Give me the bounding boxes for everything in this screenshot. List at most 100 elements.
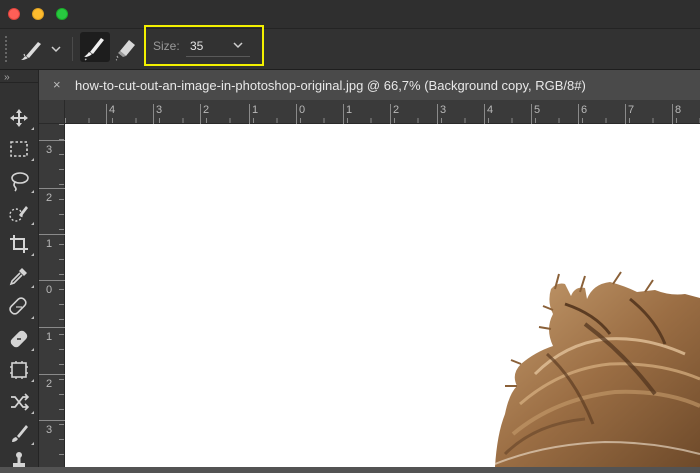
ruler-label: 0 [299,104,306,116]
document-tab-bar: × how-to-cut-out-an-image-in-photoshop-o… [39,70,700,100]
clone-stamp-tool[interactable] [7,449,31,473]
ruler-origin[interactable] [39,100,65,124]
ruler-major-tick [39,327,65,328]
ruler-major-tick [39,280,65,281]
ruler-label: 1 [346,104,353,116]
ruler-major-tick [672,104,673,124]
eraser-mode-icon [115,40,135,61]
tool-group-indicator [31,253,34,256]
healing-brush-tool-icon [10,330,28,348]
marquee-tool-icon [10,141,28,157]
eyedropper-tool-icon [9,268,27,286]
ruler-major-tick [106,104,107,124]
ruler-label: 1 [46,238,53,250]
close-tab-icon[interactable]: × [53,77,61,92]
ruler-label: 2 [46,378,53,390]
ruler-major-tick [39,374,65,375]
ruler-label: 4 [487,104,494,116]
ruler-major-tick [343,104,344,124]
tool-group-indicator [31,442,34,445]
ruler-major-tick [531,104,532,124]
patch-tool[interactable] [7,358,34,382]
ruler-label: 1 [252,104,259,116]
document-canvas[interactable] [65,124,700,467]
panel-divider [0,82,38,83]
crop-tool-icon [10,235,28,253]
document-tab[interactable]: × how-to-cut-out-an-image-in-photoshop-o… [39,70,700,100]
chevron-down-icon[interactable] [233,41,243,49]
spot-healing-tool-icon [9,297,27,315]
hair-cutout-image [494,271,700,467]
ruler-label: 2 [393,104,400,116]
ruler-label: 6 [581,104,588,116]
ruler-label: 3 [46,424,53,436]
tool-group-indicator [31,411,34,414]
brush-tool[interactable] [7,421,34,445]
ruler-major-tick [625,104,626,124]
content-aware-move-tool[interactable] [7,390,34,414]
patch-tool-icon [10,361,28,379]
tool-group-indicator [31,127,34,130]
ruler-label: 3 [440,104,447,116]
ruler-major-tick [437,104,438,124]
ruler-major-tick [296,104,297,124]
close-button[interactable] [8,8,20,20]
lasso-tool-icon [11,172,29,192]
quick-selection-tool-icon [9,206,28,222]
ruler-label: 5 [534,104,541,116]
content-aware-move-tool-icon [11,393,30,411]
ruler-major-tick [39,234,65,235]
crop-tool[interactable] [7,232,34,256]
minimize-button[interactable] [32,8,44,20]
ruler-label: 3 [46,144,53,156]
brush-tool-icon [12,425,28,442]
ruler-major-tick [390,104,391,124]
ruler-label: 2 [203,104,210,116]
options-separator [72,37,73,61]
ruler-label: 4 [109,104,116,116]
ruler-label: 0 [46,284,53,296]
ruler-major-tick [484,104,485,124]
ruler-major-tick [578,104,579,124]
ruler-major-tick [39,420,65,421]
zoom-button[interactable] [56,8,68,20]
tool-group-indicator [31,348,34,351]
ruler-label: 1 [46,331,53,343]
ruler-major-tick [153,104,154,124]
healing-brush-tool[interactable] [7,327,34,351]
move-tool-icon [10,109,28,127]
tool-group-indicator [31,222,34,225]
tool-group-indicator [31,158,34,161]
ruler-major-tick [39,140,65,141]
tools-panel: ›› [0,70,39,467]
tool-group-indicator [31,190,34,193]
tool-group-indicator [31,316,34,319]
document-title: how-to-cut-out-an-image-in-photoshop-ori… [75,78,586,93]
ruler-major-tick [249,104,250,124]
options-bar [0,29,700,70]
lasso-tool[interactable] [7,169,34,193]
marquee-tool[interactable] [7,137,34,161]
ruler-label: 3 [156,104,163,116]
ruler-label: 7 [628,104,635,116]
tool-group-indicator [31,379,34,382]
eyedropper-tool[interactable] [7,264,34,288]
ruler-label: 8 [675,104,682,116]
spot-healing-tool[interactable] [7,295,34,319]
quick-selection-tool[interactable] [7,201,34,225]
ruler-label: 2 [46,192,53,204]
ruler-major-tick [39,188,65,189]
size-value[interactable]: 35 [190,39,203,53]
tool-preset-picker[interactable] [16,34,66,64]
move-tool[interactable] [7,106,34,130]
brush-preset-icon [21,42,61,62]
window-titlebar [0,0,700,29]
clone-stamp-tool-icon [13,452,25,467]
brush-mode-icon [84,38,104,61]
eraser-mode-button[interactable] [112,32,142,62]
ruler-major-tick [200,104,201,124]
brush-mode-button[interactable] [80,32,110,62]
options-bar-grip[interactable] [4,35,8,63]
size-label: Size: [153,39,180,53]
tool-group-indicator [31,285,34,288]
